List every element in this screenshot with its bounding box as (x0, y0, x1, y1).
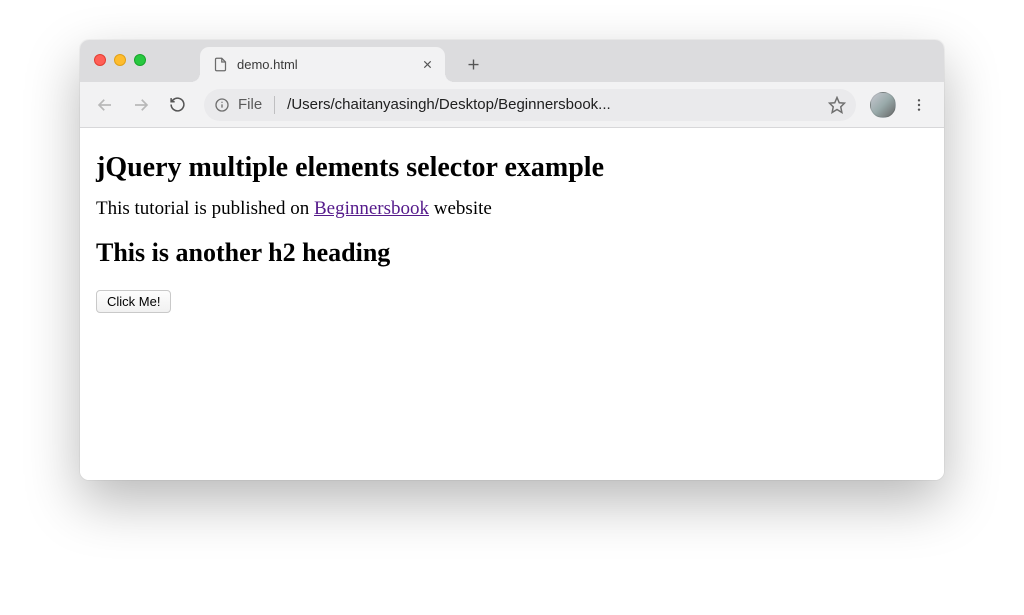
browser-window: demo.html (80, 40, 944, 480)
back-button[interactable] (90, 90, 120, 120)
address-bar[interactable]: File /Users/chaitanyasingh/Desktop/Begin… (204, 89, 856, 121)
page-paragraph: This tutorial is published on Beginnersb… (96, 198, 928, 220)
paragraph-text-after: website (429, 198, 492, 219)
menu-button[interactable] (904, 90, 934, 120)
click-me-button[interactable]: Click Me! (96, 290, 171, 313)
profile-avatar[interactable] (870, 92, 896, 118)
page-content: jQuery multiple elements selector exampl… (80, 128, 944, 480)
file-icon (212, 57, 228, 73)
traffic-lights (94, 54, 146, 66)
toolbar: File /Users/chaitanyasingh/Desktop/Begin… (80, 82, 944, 128)
forward-button[interactable] (126, 90, 156, 120)
page-heading-2: This is another h2 heading (96, 238, 928, 268)
titlebar: demo.html (80, 40, 944, 82)
window-zoom-button[interactable] (134, 54, 146, 66)
reload-button[interactable] (162, 90, 192, 120)
bookmark-star-icon[interactable] (828, 96, 846, 114)
url-path: /Users/chaitanyasingh/Desktop/Beginnersb… (287, 96, 820, 113)
window-minimize-button[interactable] (114, 54, 126, 66)
beginnersbook-link[interactable]: Beginnersbook (314, 198, 429, 219)
site-info-icon[interactable] (214, 97, 230, 113)
url-separator (274, 96, 275, 114)
window-close-button[interactable] (94, 54, 106, 66)
url-scheme: File (238, 96, 262, 113)
paragraph-text-before: This tutorial is published on (96, 198, 314, 219)
page-heading-1: jQuery multiple elements selector exampl… (96, 152, 928, 184)
browser-tab[interactable]: demo.html (200, 47, 445, 82)
tab-title: demo.html (237, 57, 410, 72)
new-tab-button[interactable] (459, 50, 487, 78)
tab-close-button[interactable] (419, 57, 435, 73)
